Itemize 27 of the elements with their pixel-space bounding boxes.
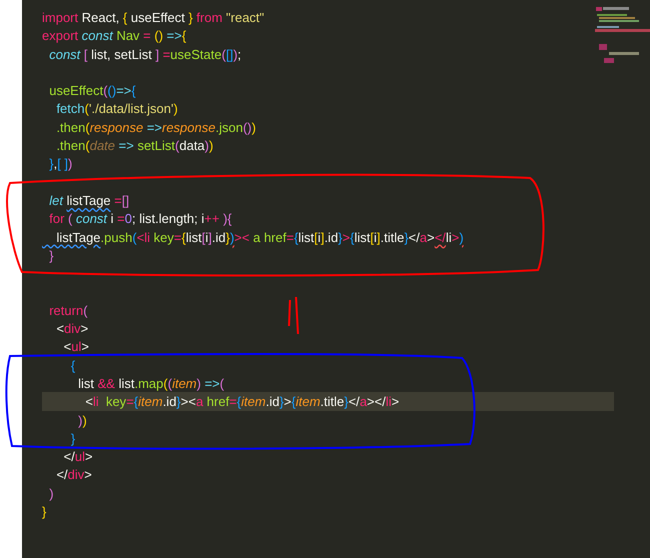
- code-line: for ( const i =0; list.length; i++ ){: [48, 211, 232, 226]
- code-line: }: [48, 248, 54, 263]
- code-line: fetch('./data/list.json'): [55, 101, 178, 116]
- code-line: useEffect(()=>{: [48, 83, 136, 98]
- code-line: let listTage =[]: [48, 192, 130, 208]
- code-line: </ul>: [62, 449, 93, 464]
- code-line: import React, { useEffect } from "react": [42, 10, 264, 25]
- code-line: .then(response =>response.json()): [55, 120, 256, 135]
- code-line: ): [48, 486, 54, 501]
- code-line: }: [70, 430, 76, 446]
- code-line: <li key={item.id}><a href={item.id}>{item.title}</a></li>: [84, 394, 400, 410]
- code-line: .then(date => setList(data)): [55, 138, 214, 154]
- code-line: listTage.push(<li key={list[i].id})>< a href={list[i].id}>{list[i].title}</a></li>): [55, 230, 464, 245]
- code-line: const [ list, setList ] =useState([]);: [48, 46, 242, 62]
- minimap-drawing: [594, 6, 650, 66]
- code-line: <div>: [55, 321, 88, 336]
- code-line: {: [70, 358, 76, 373]
- code-line: }: [42, 504, 46, 520]
- code-line: export const Nav = () =>{: [42, 28, 186, 44]
- code-line: },[ ]): [48, 156, 72, 172]
- code-line: <ul>: [62, 339, 89, 354]
- code-editor[interactable]: [22, 0, 650, 558]
- code-line: )): [77, 412, 87, 428]
- pen-marks: [288, 296, 299, 334]
- code-line: return(: [48, 302, 88, 318]
- code-line: list && list.map((item) =>(: [77, 376, 224, 391]
- code-line: </div>: [55, 467, 92, 482]
